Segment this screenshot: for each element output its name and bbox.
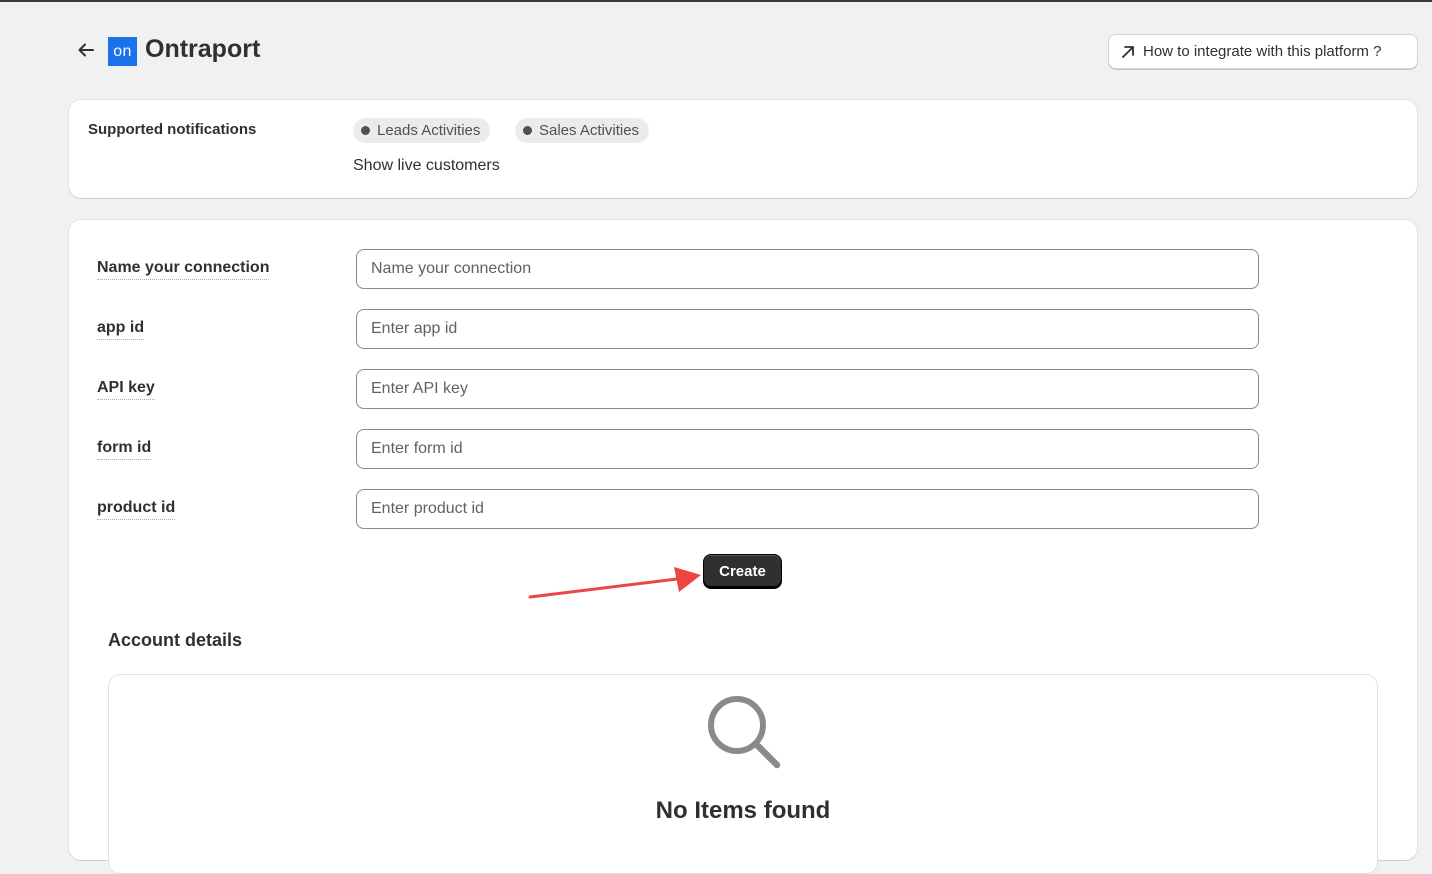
app-id-label: app id [97, 319, 145, 340]
account-details-heading: Account details [108, 630, 243, 650]
api-key-input[interactable] [356, 369, 1259, 409]
supported-notifications-card: Supported notifications Leads Activities… [69, 100, 1417, 198]
connection-name-input[interactable] [356, 249, 1259, 289]
chip-sales-activities: Sales Activities [515, 118, 650, 143]
show-live-customers-text: Show live customers [353, 157, 500, 174]
form-row-app-id: app id [69, 309, 1417, 349]
integration-help-button[interactable]: How to integrate with this platform ? [1108, 34, 1418, 69]
annotation-arrow [528, 567, 701, 599]
form-row-connection-name: Name your connection [69, 249, 1417, 289]
api-key-label: API key [97, 379, 155, 400]
chip-leads-activities: Leads Activities [353, 118, 491, 143]
form-id-input[interactable] [356, 429, 1259, 469]
ontraport-logo: on [108, 37, 137, 66]
search-icon [708, 696, 781, 769]
empty-state-text: No Items found [655, 797, 831, 824]
arrow-left-icon [78, 43, 94, 57]
page-title: Ontraport [145, 35, 261, 63]
form-row-form-id: form id [69, 429, 1417, 469]
back-button[interactable] [72, 36, 100, 64]
page-header: on Ontraport How to integrate with this … [0, 2, 1432, 98]
create-button[interactable]: Create [703, 554, 782, 589]
supported-notifications-label: Supported notifications [88, 121, 257, 138]
arrow-up-right-icon [1122, 45, 1134, 58]
form-row-product-id: product id [69, 489, 1417, 529]
product-id-label: product id [97, 499, 176, 520]
connection-name-label: Name your connection [97, 259, 270, 280]
integration-help-label: How to integrate with this platform ? [1143, 43, 1382, 60]
connection-form-card: Name your connection app id API key form… [69, 220, 1417, 874]
form-row-api-key: API key [69, 369, 1417, 409]
product-id-input[interactable] [356, 489, 1259, 529]
form-id-label: form id [97, 439, 152, 460]
app-id-input[interactable] [356, 309, 1259, 349]
account-details-empty-state: No Items found [108, 674, 1378, 874]
